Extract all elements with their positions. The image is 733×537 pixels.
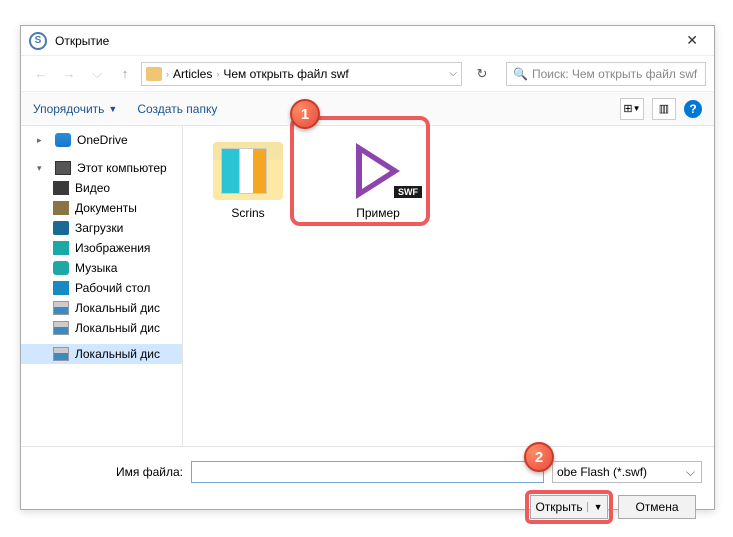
expand-icon[interactable]: ▾: [37, 163, 47, 174]
window-title: Открытие: [55, 34, 109, 48]
onedrive-icon: [55, 133, 71, 147]
sidebar-item-images[interactable]: Изображения: [21, 238, 182, 258]
up-icon[interactable]: ↑: [113, 62, 137, 86]
sidebar-item-documents[interactable]: Документы: [21, 198, 182, 218]
toolbar: Упорядочить ▼ Создать папку ⊞ ▼ ▥ ?: [21, 92, 714, 126]
video-icon: [53, 181, 69, 195]
chevron-down-icon[interactable]: ⌵: [449, 68, 457, 79]
navbar: ← → ⌵ ↑ › Articles › Чем открыть файл sw…: [21, 56, 714, 92]
file-pane[interactable]: Scrins SWF Пример: [183, 126, 714, 446]
organize-button[interactable]: Упорядочить ▼: [33, 102, 117, 116]
close-icon[interactable]: ✕: [678, 28, 706, 53]
file-type-filter[interactable]: obe Flash (*.swf): [552, 461, 702, 483]
search-input[interactable]: 🔍 Поиск: Чем открыть файл swf: [506, 62, 706, 86]
chevron-right-icon: ›: [166, 69, 169, 79]
breadcrumb-seg[interactable]: Articles: [173, 67, 212, 81]
refresh-icon[interactable]: ↻: [470, 62, 494, 86]
sidebar-item-disk[interactable]: Локальный дис: [21, 318, 182, 338]
view-options-icon[interactable]: ⊞ ▼: [620, 98, 644, 120]
disk-icon: [53, 321, 69, 335]
help-icon[interactable]: ?: [684, 100, 702, 118]
swf-badge: SWF: [394, 186, 422, 198]
open-button[interactable]: Открыть ▼: [530, 495, 608, 519]
pc-icon: [55, 161, 71, 175]
forward-icon[interactable]: →: [57, 62, 81, 86]
chevron-down-icon: ▼: [108, 104, 117, 114]
filename-input[interactable]: [191, 461, 544, 483]
swf-icon: SWF: [342, 142, 414, 200]
disk-icon: [53, 347, 69, 361]
file-label: Пример: [333, 206, 423, 220]
sidebar-item-video[interactable]: Видео: [21, 178, 182, 198]
images-icon: [53, 241, 69, 255]
new-folder-button[interactable]: Создать папку: [137, 102, 217, 116]
breadcrumb-seg[interactable]: Чем открыть файл swf: [223, 67, 348, 81]
cancel-button[interactable]: Отмена: [618, 495, 696, 519]
music-icon: [53, 261, 69, 275]
folder-item[interactable]: Scrins: [203, 142, 293, 220]
search-placeholder: Поиск: Чем открыть файл swf: [532, 67, 697, 81]
file-open-dialog: S Открытие ✕ ← → ⌵ ↑ › Articles › Чем от…: [20, 25, 715, 510]
chevron-down-icon[interactable]: ⌵: [85, 62, 109, 86]
chevron-down-icon: ▼: [587, 502, 603, 512]
sidebar-item-disk[interactable]: Локальный дис: [21, 344, 182, 364]
sidebar: ▸OneDrive ▾Этот компьютер Видео Документ…: [21, 126, 183, 446]
swf-file-item[interactable]: SWF Пример: [333, 142, 423, 220]
preview-pane-icon[interactable]: ▥: [652, 98, 676, 120]
downloads-icon: [53, 221, 69, 235]
sidebar-item-music[interactable]: Музыка: [21, 258, 182, 278]
disk-icon: [53, 301, 69, 315]
chevron-right-icon: ›: [216, 69, 219, 79]
filename-label: Имя файла:: [33, 465, 183, 479]
sidebar-item-downloads[interactable]: Загрузки: [21, 218, 182, 238]
search-icon: 🔍: [513, 67, 528, 81]
sidebar-item-desktop[interactable]: Рабочий стол: [21, 278, 182, 298]
folder-icon: [146, 67, 162, 81]
back-icon[interactable]: ←: [29, 62, 53, 86]
app-icon: S: [29, 32, 47, 50]
titlebar: S Открытие ✕: [21, 26, 714, 56]
breadcrumb[interactable]: › Articles › Чем открыть файл swf ⌵: [141, 62, 462, 86]
footer: Имя файла: obe Flash (*.swf) Открыть ▼ О…: [21, 446, 714, 533]
sidebar-item-disk[interactable]: Локальный дис: [21, 298, 182, 318]
desktop-icon: [53, 281, 69, 295]
sidebar-item-onedrive[interactable]: ▸OneDrive: [21, 130, 182, 150]
expand-icon[interactable]: ▸: [37, 135, 47, 146]
documents-icon: [53, 201, 69, 215]
folder-icon: [213, 142, 283, 200]
file-label: Scrins: [203, 206, 293, 220]
sidebar-item-this-pc[interactable]: ▾Этот компьютер: [21, 158, 182, 178]
